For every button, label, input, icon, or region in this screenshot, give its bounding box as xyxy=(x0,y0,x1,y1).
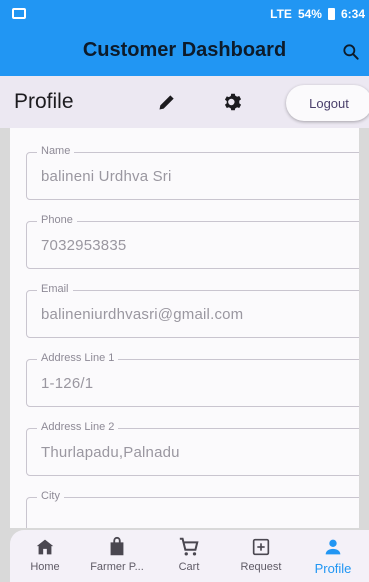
address-line-2-field[interactable]: Address Line 2 Thurlapadu,Palnadu xyxy=(26,421,359,476)
app-title: Customer Dashboard xyxy=(82,39,287,61)
address-line-2-label: Address Line 2 xyxy=(37,421,119,433)
nav-cart-label: Cart xyxy=(178,561,200,573)
email-field-label: Email xyxy=(37,283,73,295)
nav-farmer-products[interactable]: Farmer P... xyxy=(82,536,152,573)
person-icon xyxy=(325,539,341,555)
battery-icon xyxy=(327,8,335,20)
logout-button[interactable]: Logout xyxy=(286,85,369,121)
name-field[interactable]: Name balineni Urdhva Sri xyxy=(26,145,359,200)
nav-profile-label: Profile xyxy=(314,561,352,576)
nav-home-label: Home xyxy=(30,561,60,573)
phone-field-value: 7032953835 xyxy=(41,237,127,254)
city-field[interactable]: City xyxy=(26,490,359,528)
nav-cart[interactable]: Cart xyxy=(154,536,224,573)
network-label: LTE xyxy=(270,7,292,21)
shopping-bag-icon xyxy=(110,536,124,556)
email-field[interactable]: Email balineniurdhvasri@gmail.com xyxy=(26,283,359,338)
address-line-1-label: Address Line 1 xyxy=(37,352,119,364)
address-line-1-value: 1-126/1 xyxy=(41,375,94,392)
cart-icon xyxy=(179,537,199,556)
nav-home[interactable]: Home xyxy=(10,536,80,573)
app-bar: Customer Dashboard xyxy=(0,28,369,76)
profile-toolbar: Profile Logout xyxy=(0,76,369,128)
address-line-2-value: Thurlapadu,Palnadu xyxy=(41,444,180,461)
gear-icon[interactable] xyxy=(222,91,244,113)
email-field-value: balineniurdhvasri@gmail.com xyxy=(41,306,244,323)
address-line-1-field[interactable]: Address Line 1 1-126/1 xyxy=(26,352,359,407)
profile-title: Profile xyxy=(14,90,74,113)
add-box-icon xyxy=(252,538,270,556)
city-field-label: City xyxy=(37,490,64,502)
phone-field-label: Phone xyxy=(37,214,77,226)
nav-farmer-products-label: Farmer P... xyxy=(90,561,144,573)
battery-percent: 54% xyxy=(297,7,322,21)
home-icon xyxy=(36,539,54,555)
gallery-notification-icon xyxy=(12,8,26,19)
status-bar: LTE 54% 6:34 xyxy=(0,0,369,28)
nav-request-label: Request xyxy=(240,561,282,573)
clock: 6:34 xyxy=(340,7,365,21)
status-indicators: LTE 54% 6:34 xyxy=(270,7,365,21)
bottom-navigation: Home Farmer P... Cart Request Profile xyxy=(10,530,369,582)
name-field-value: balineni Urdhva Sri xyxy=(41,168,172,185)
edit-icon[interactable] xyxy=(157,92,177,112)
search-icon[interactable] xyxy=(341,42,361,62)
profile-form: Name balineni Urdhva Sri Phone 703295383… xyxy=(10,128,359,528)
nav-profile[interactable]: Profile xyxy=(298,536,368,576)
phone-field[interactable]: Phone 7032953835 xyxy=(26,214,359,269)
nav-request[interactable]: Request xyxy=(226,536,296,573)
name-field-label: Name xyxy=(37,145,75,157)
